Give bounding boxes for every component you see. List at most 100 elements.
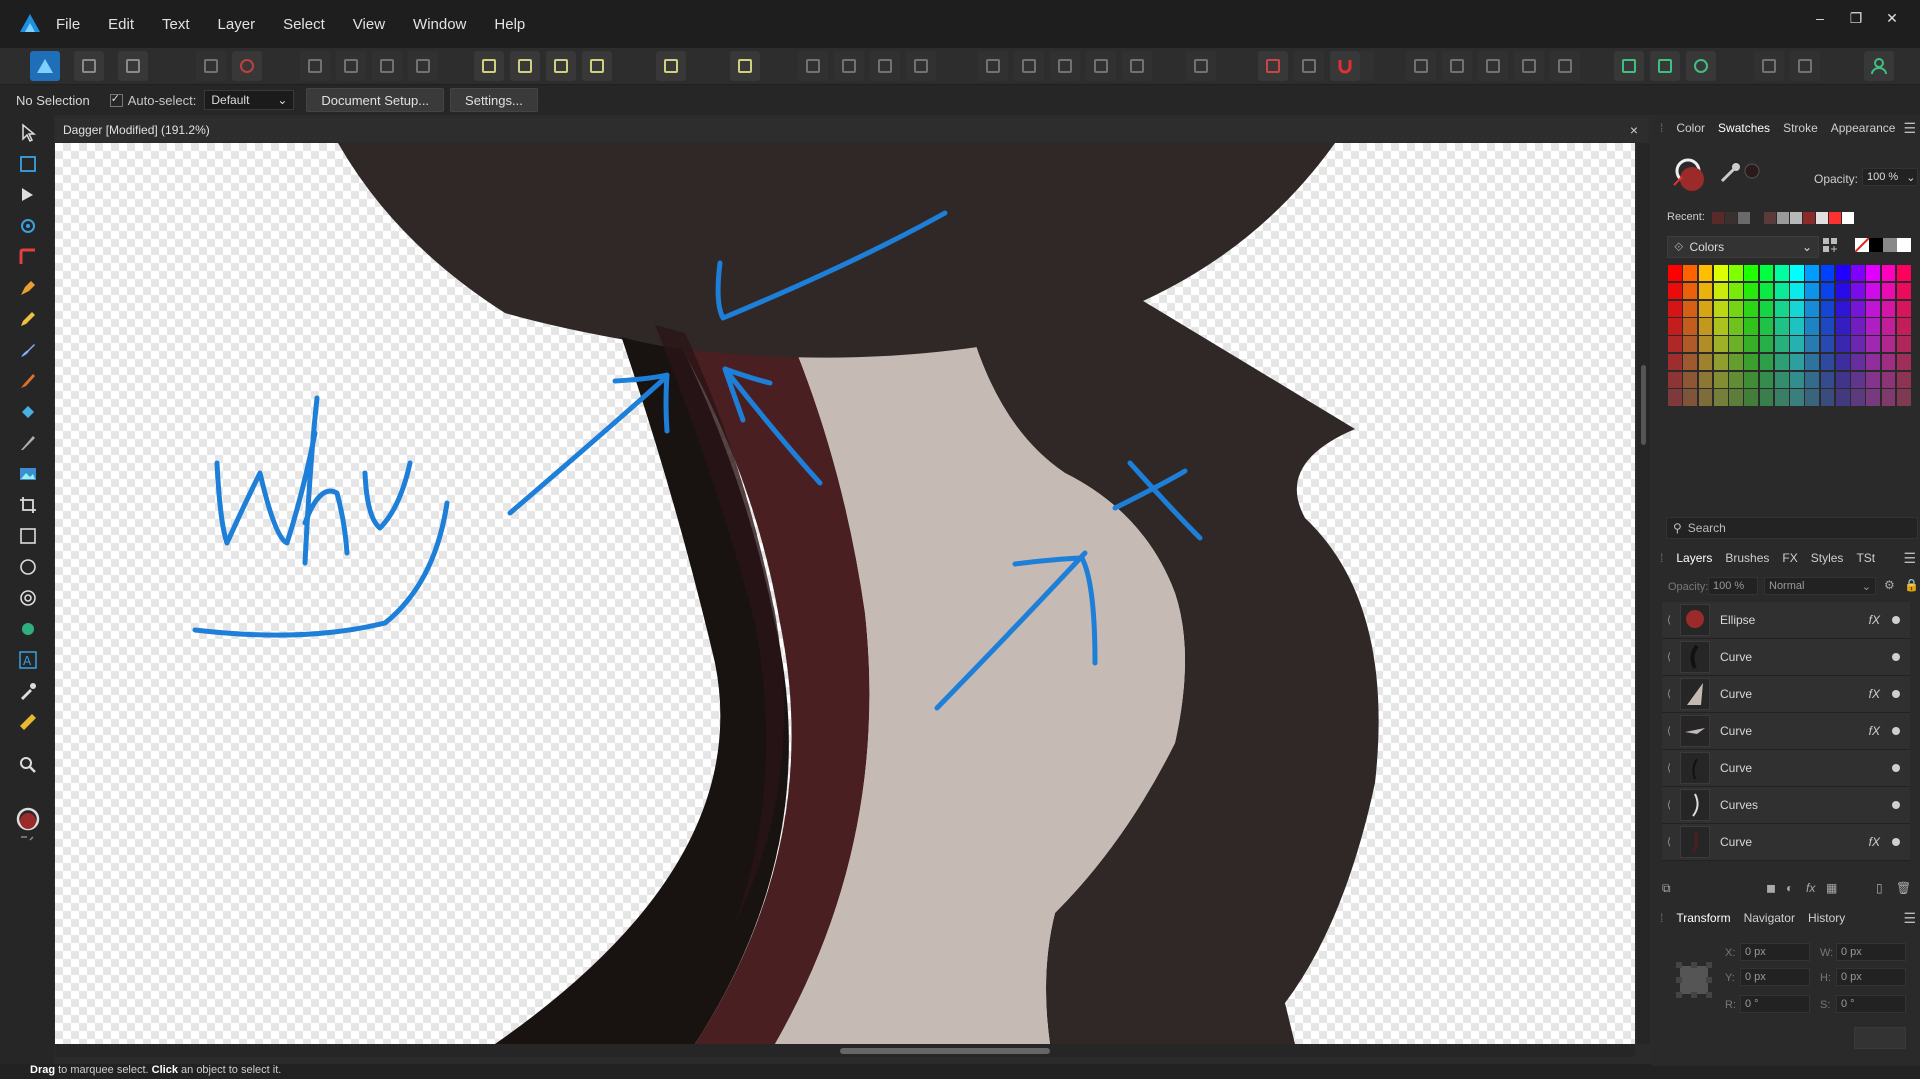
arrange-button-3[interactable] (1050, 51, 1080, 81)
palette-swatch[interactable] (1820, 353, 1835, 370)
fill-stroke-swatch[interactable] (13, 807, 43, 841)
palette-swatch[interactable] (1668, 300, 1682, 317)
tab-transform[interactable]: Transform (1676, 911, 1730, 925)
palette-swatch[interactable] (1668, 265, 1682, 282)
tab-text-styles[interactable]: TSt (1856, 551, 1875, 565)
palette-swatch[interactable] (1881, 265, 1896, 282)
settings-button[interactable]: Settings... (450, 88, 538, 112)
palette-swatch[interactable] (1668, 336, 1682, 353)
panel-menu-icon[interactable]: ☰ (1903, 550, 1916, 567)
arrange-button-4[interactable] (1086, 51, 1116, 81)
palette-swatch[interactable] (1759, 265, 1774, 282)
recent-swatch[interactable] (1790, 212, 1802, 224)
palette-swatch[interactable] (1790, 282, 1804, 299)
palette-swatch[interactable] (1790, 336, 1804, 353)
snap-grid-button[interactable] (1258, 51, 1288, 81)
gear-icon[interactable]: ⚙ (1884, 578, 1895, 592)
snap-toggle-button[interactable] (1294, 51, 1324, 81)
palette-swatch[interactable] (1851, 300, 1865, 317)
menu-window[interactable]: Window (413, 16, 466, 33)
horizontal-scroll-thumb[interactable] (840, 1048, 1050, 1054)
align-button-2[interactable] (834, 51, 864, 81)
layer-fx-icon[interactable]: fX (1869, 835, 1880, 849)
minimize-button[interactable]: – (1802, 10, 1838, 27)
palette-swatch[interactable] (1729, 265, 1743, 282)
w-field[interactable]: 0 px (1836, 943, 1906, 961)
fx-button[interactable] (730, 51, 760, 81)
shape-tools-icon[interactable] (18, 619, 38, 639)
palette-swatch[interactable] (1774, 318, 1789, 335)
mask-icon[interactable]: ◼ (1766, 881, 1776, 895)
palette-swatch[interactable] (1851, 265, 1865, 282)
layer-visibility-icon[interactable] (1892, 838, 1900, 846)
palette-swatch[interactable] (1866, 389, 1880, 406)
toolbar-button-6[interactable] (1754, 51, 1784, 81)
palette-swatch[interactable] (1759, 318, 1774, 335)
tab-navigator[interactable]: Navigator (1744, 911, 1795, 925)
measure-tool-icon[interactable] (18, 712, 38, 732)
zoom-tool-icon[interactable] (18, 755, 38, 775)
document-setup-button[interactable]: Document Setup... (306, 88, 445, 112)
group-icon[interactable]: ▦ (1826, 881, 1837, 895)
palette-swatch[interactable] (1805, 300, 1819, 317)
palette-swatch[interactable] (1774, 389, 1789, 406)
palette-swatch[interactable] (1683, 300, 1697, 317)
palette-swatch[interactable] (1729, 371, 1743, 388)
palette-swatch[interactable] (1790, 318, 1804, 335)
checkbox-box[interactable] (109, 92, 123, 107)
palette-swatch[interactable] (1851, 353, 1865, 370)
recent-swatch[interactable] (1803, 212, 1815, 224)
palette-swatch[interactable] (1668, 318, 1682, 335)
align-button-1[interactable] (798, 51, 828, 81)
account-button[interactable] (1864, 51, 1894, 81)
fill-stroke-well-icon[interactable] (1672, 157, 1716, 197)
palette-swatch[interactable] (1774, 353, 1789, 370)
palette-swatch[interactable] (1759, 389, 1774, 406)
palette-swatch[interactable] (1668, 353, 1682, 370)
layer-opacity-field[interactable]: 100 % (1708, 577, 1758, 595)
palette-swatch[interactable] (1713, 353, 1728, 370)
layer-expand-icon[interactable]: ⟨ (1662, 800, 1676, 811)
menu-layer[interactable]: Layer (218, 16, 256, 33)
artistic-text-tool-icon[interactable]: A (18, 650, 38, 670)
palette-swatch[interactable] (1866, 318, 1880, 335)
palette-swatch[interactable] (1713, 265, 1728, 282)
layer-row[interactable]: ⟨ Curve fX (1662, 824, 1910, 861)
pen-tool-icon[interactable] (18, 278, 38, 298)
align-button-4[interactable] (906, 51, 936, 81)
snapping-button[interactable] (656, 51, 686, 81)
layer-expand-icon[interactable]: ⟨ (1662, 726, 1676, 737)
palette-swatch[interactable] (1713, 371, 1728, 388)
layer-tool-button-3[interactable] (1686, 51, 1716, 81)
palette-swatch[interactable] (1698, 300, 1713, 317)
menu-help[interactable]: Help (494, 16, 525, 33)
snap-button-1[interactable] (474, 51, 504, 81)
palette-swatch[interactable] (1683, 353, 1697, 370)
layer-visibility-icon[interactable] (1892, 727, 1900, 735)
palette-swatch[interactable] (1805, 282, 1819, 299)
palette-swatch[interactable] (1851, 282, 1865, 299)
fx-icon[interactable]: fx (1806, 881, 1815, 895)
boolean-button-1[interactable] (1406, 51, 1436, 81)
add-layer-icon[interactable]: ▯ (1876, 881, 1883, 895)
arrange-button-1[interactable] (978, 51, 1008, 81)
vector-brush-tool-icon[interactable] (18, 340, 38, 360)
palette-swatch[interactable] (1820, 371, 1835, 388)
layer-tool-button-2[interactable] (1650, 51, 1680, 81)
fill-tool-icon[interactable] (18, 402, 38, 422)
layer-tool-button-1[interactable] (1614, 51, 1644, 81)
palette-swatch[interactable] (1744, 371, 1758, 388)
snap-button-2[interactable] (510, 51, 540, 81)
palette-swatch[interactable] (1713, 282, 1728, 299)
palette-swatch[interactable] (1668, 282, 1682, 299)
recent-swatch[interactable] (1842, 212, 1854, 224)
layer-visibility-icon[interactable] (1892, 801, 1900, 809)
palette-swatch[interactable] (1683, 389, 1697, 406)
palette-view-icon[interactable] (1822, 237, 1838, 253)
menu-view[interactable]: View (353, 16, 385, 33)
layer-row[interactable]: ⟨ Curve (1662, 750, 1910, 787)
palette-swatch[interactable] (1759, 282, 1774, 299)
palette-dropdown[interactable]: ⟐ Colors ⌄ (1667, 236, 1819, 258)
artboard-tool-icon[interactable] (18, 154, 38, 174)
tab-brushes[interactable]: Brushes (1725, 551, 1769, 565)
